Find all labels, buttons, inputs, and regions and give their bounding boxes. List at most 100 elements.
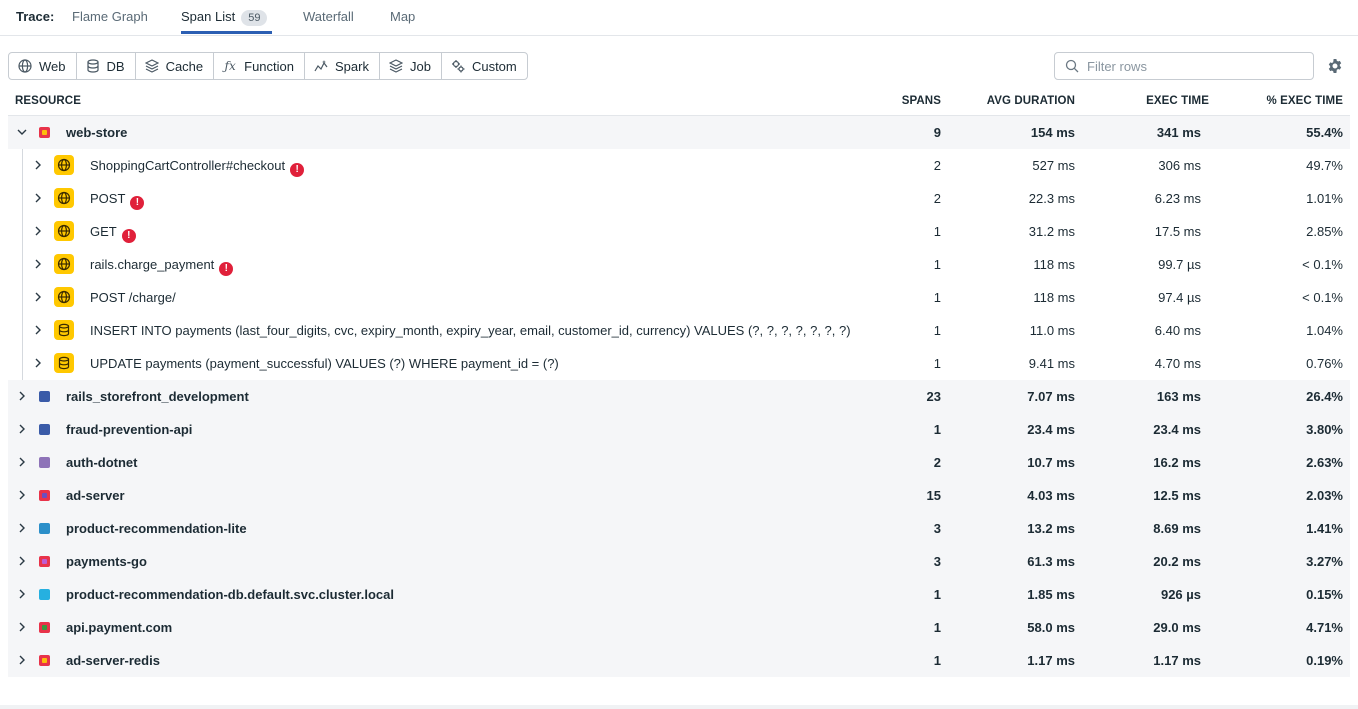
function-icon: ƒx (224, 59, 236, 73)
service-row[interactable]: payments-go 3 61.3 ms 20.2 ms 3.27% (8, 545, 1350, 578)
resource-name-text: POST /charge/ (90, 290, 176, 305)
chevron-right-icon[interactable] (16, 390, 28, 402)
service-row[interactable]: fraud-prevention-api 1 23.4 ms 23.4 ms 3.80% (8, 413, 1350, 446)
tab-span-list[interactable]: Span List 59 (181, 9, 268, 26)
filter-cache-label: Cache (165, 58, 204, 74)
avg-duration: 154 ms (1030, 125, 1075, 140)
chevron-right-icon[interactable] (16, 456, 28, 468)
chevron-right-icon[interactable] (16, 654, 28, 666)
resource-row[interactable]: POST /charge/1 118 ms 97.4 µs < 0.1% (8, 281, 1350, 314)
chevron-right-icon[interactable] (32, 357, 44, 369)
chevron-right-icon[interactable] (32, 225, 44, 237)
exec-time: 4.70 ms (1154, 356, 1201, 371)
chevron-right-icon[interactable] (32, 159, 44, 171)
spans-count: 2 (933, 191, 941, 206)
pct-exec-time: 1.41% (1306, 521, 1343, 536)
exec-time: 6.40 ms (1154, 323, 1201, 338)
exec-time: 20.2 ms (1153, 554, 1201, 569)
chevron-right-icon[interactable] (32, 324, 44, 336)
exec-time: 926 µs (1160, 587, 1201, 602)
resource-row[interactable]: ShoppingCartController#checkout! 2 527 ms 3… (8, 149, 1350, 182)
tab-flame-graph[interactable]: Flame Graph (72, 9, 148, 24)
resource-name-text: GET (90, 224, 117, 239)
service-name: auth-dotnet (66, 455, 138, 470)
filter-web-button[interactable]: Web (9, 53, 77, 79)
gear-icon[interactable] (1327, 58, 1343, 74)
filter-rows-input[interactable] (1087, 58, 1297, 74)
service-color-icon (39, 391, 50, 402)
filter-custom-label: Custom (471, 58, 517, 74)
spans-count: 15 (926, 488, 941, 503)
chevron-right-icon[interactable] (16, 555, 28, 567)
resource-row[interactable]: rails.charge_payment! 1 118 ms 99.7 µs < 0.1… (8, 248, 1350, 281)
pct-exec-time: < 0.1% (1302, 257, 1343, 272)
filter-spark-button[interactable]: Spark (305, 53, 380, 79)
resource-name: GET! (90, 224, 136, 243)
tab-map[interactable]: Map (390, 9, 415, 24)
service-row[interactable]: rails_storefront_development 23 7.07 ms 163… (8, 380, 1350, 413)
service-color-icon (39, 589, 50, 600)
service-name: payments-go (66, 554, 147, 569)
filter-function-button[interactable]: ƒx Function (214, 53, 306, 79)
service-inner-mark (42, 625, 47, 630)
service-row[interactable]: product-recommendation-lite 3 13.2 ms 8.69 … (8, 512, 1350, 545)
chevron-right-icon[interactable] (16, 489, 28, 501)
filter-custom-button[interactable]: Custom (442, 53, 527, 79)
chevron-right-icon[interactable] (32, 192, 44, 204)
column-spans[interactable]: SPANS (902, 95, 941, 107)
service-row[interactable]: auth-dotnet 2 10.7 ms 16.2 ms 2.63% (8, 446, 1350, 479)
service-name: web-store (66, 125, 128, 140)
span-table-body: web-store 9 154 ms 341 ms 55.4% ShoppingCartC… (8, 116, 1350, 677)
filter-db-button[interactable]: DB (77, 53, 136, 79)
chevron-right-icon[interactable] (32, 291, 44, 303)
service-name: fraud-prevention-api (66, 422, 193, 437)
avg-duration: 118 ms (1033, 257, 1075, 272)
spans-count: 1 (933, 422, 941, 437)
exec-time: 163 ms (1156, 389, 1201, 404)
chevron-right-icon[interactable] (16, 588, 28, 600)
service-color-icon (39, 523, 50, 534)
resource-row[interactable]: UPDATE payments (payment_successful) VAL… (8, 347, 1350, 380)
avg-duration: 61.3 ms (1027, 554, 1075, 569)
spans-count: 9 (933, 125, 941, 140)
chevron-down-icon[interactable] (16, 126, 28, 138)
column-avg-duration[interactable]: AVG DURATION (987, 95, 1075, 107)
globe-icon (54, 221, 74, 241)
column-pct-exec-time[interactable]: % EXEC TIME (1266, 95, 1343, 107)
pct-exec-time: 0.76% (1306, 356, 1343, 371)
filter-cache-button[interactable]: Cache (136, 53, 215, 79)
chevron-right-icon[interactable] (32, 258, 44, 270)
column-resource[interactable]: RESOURCE (15, 95, 81, 107)
chevron-right-icon[interactable] (16, 621, 28, 633)
avg-duration: 11.0 ms (1029, 323, 1075, 338)
service-row[interactable]: api.payment.com 1 58.0 ms 29.0 ms 4.71% (8, 611, 1350, 644)
exec-time: 97.4 µs (1158, 290, 1201, 305)
service-row[interactable]: ad-server 15 4.03 ms 12.5 ms 2.03% (8, 479, 1350, 512)
service-name: product-recommendation-lite (66, 521, 247, 536)
service-row[interactable]: product-recommendation-db.default.svc.cl… (8, 578, 1350, 611)
resource-row[interactable]: POST! 2 22.3 ms 6.23 ms 1.01% (8, 182, 1350, 215)
filter-db-label: DB (106, 58, 125, 74)
spans-count: 1 (933, 290, 941, 305)
service-name: ad-server (66, 488, 125, 503)
exec-time: 8.69 ms (1153, 521, 1201, 536)
service-row[interactable]: ad-server-redis 1 1.17 ms 1.17 ms 0.19% (8, 644, 1350, 677)
resource-name-text: INSERT INTO payments (last_four_digits, … (90, 323, 851, 338)
tab-waterfall[interactable]: Waterfall (303, 9, 354, 24)
resource-name: POST /charge/ (90, 290, 176, 305)
filter-job-button[interactable]: Job (380, 53, 442, 79)
avg-duration: 1.17 ms (1027, 653, 1075, 668)
column-exec-time[interactable]: EXEC TIME (1146, 95, 1209, 107)
service-inner-mark (42, 493, 47, 498)
pct-exec-time: 3.80% (1306, 422, 1343, 437)
resource-name-text: ShoppingCartController#checkout (90, 158, 286, 173)
resource-row[interactable]: GET! 1 31.2 ms 17.5 ms 2.85% (8, 215, 1350, 248)
service-row[interactable]: web-store 9 154 ms 341 ms 55.4% (8, 116, 1350, 149)
span-type-filter-group: Web DB Cache ƒx Function Spark Job Custo… (8, 52, 528, 80)
resource-row[interactable]: INSERT INTO payments (last_four_digits, … (8, 314, 1350, 347)
database-icon (54, 320, 74, 340)
chevron-right-icon[interactable] (16, 423, 28, 435)
chevron-right-icon[interactable] (16, 522, 28, 534)
filter-rows-search[interactable] (1054, 52, 1314, 80)
layers-icon (144, 59, 159, 73)
